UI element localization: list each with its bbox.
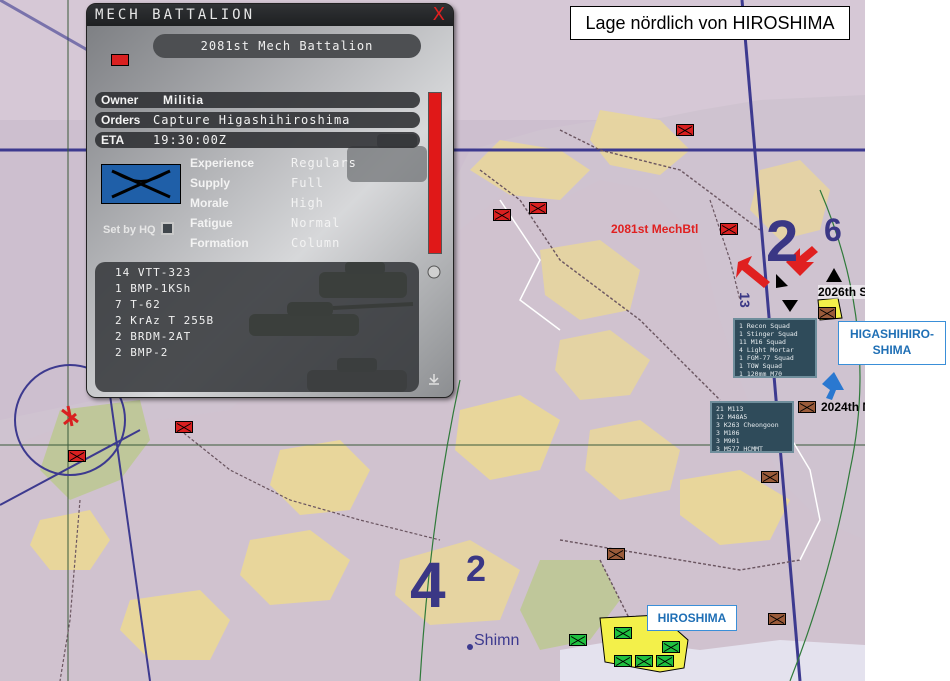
stat-experience-value: Regulars xyxy=(291,156,357,170)
orders-value: Capture Higashihiroshima xyxy=(153,113,351,127)
equipment-item: 1 BMP-1KSh xyxy=(115,282,192,295)
unit-info-panel-2024: 21 M113 12 M48A5 3 K263 Cheongoon 3 M106… xyxy=(710,401,794,453)
panel-titlebar[interactable]: MECH BATTALION X xyxy=(87,4,453,26)
owner-value: Militia xyxy=(163,93,205,107)
label-2024th-mechbtl: 2024th MechBtl xyxy=(821,400,865,414)
unit-flag-icon xyxy=(111,54,129,66)
equipment-item: 2 BRDM-2AT xyxy=(115,330,192,343)
label-shimn: Shimn xyxy=(474,632,520,649)
equipment-item: 2 BMP-2 xyxy=(115,346,169,359)
eta-row: ETA 19:30:00Z xyxy=(95,132,420,148)
callout-hiroshima: HIROSHIMA xyxy=(647,605,737,631)
set-by-hq-label: Set by HQ xyxy=(103,224,156,236)
equipment-item: 2 KrAz T 255B xyxy=(115,314,215,327)
mini-line: 3 K263 Cheongoon xyxy=(716,421,779,429)
friendly-unit[interactable] xyxy=(569,634,587,646)
eta-label: ETA xyxy=(101,133,125,147)
mini-line: 4 Light Mortar xyxy=(739,346,794,354)
equipment-scrollbar[interactable] xyxy=(424,262,444,390)
orders-row: Orders Capture Higashihiroshima xyxy=(95,112,420,128)
mini-line: 1 FGM-77 Squad xyxy=(739,354,794,362)
neutral-unit[interactable] xyxy=(761,471,779,483)
friendly-unit[interactable] xyxy=(635,655,653,667)
stat-morale-value: High xyxy=(291,196,324,210)
stat-fatigue-value: Normal xyxy=(291,216,341,230)
neutral-unit[interactable] xyxy=(607,548,625,560)
mini-line: 21 M113 xyxy=(716,405,744,413)
enemy-unit-2081[interactable] xyxy=(720,223,738,235)
unit-name: 2081st Mech Battalion xyxy=(153,34,421,58)
map-title: Lage nördlich von HIROSHIMA xyxy=(570,6,850,40)
grid-digit-6: 6 xyxy=(824,212,842,248)
mini-line: 1 120mm M70 xyxy=(739,370,783,378)
neutral-unit-2026[interactable] xyxy=(818,307,836,319)
enemy-unit[interactable] xyxy=(493,209,511,221)
neutral-unit-2024[interactable] xyxy=(798,401,816,413)
enemy-unit[interactable] xyxy=(68,450,86,462)
enemy-unit[interactable] xyxy=(676,124,694,136)
set-by-hq-checkbox[interactable] xyxy=(161,222,174,235)
friendly-unit[interactable] xyxy=(662,641,680,653)
orders-label: Orders xyxy=(101,113,141,127)
owner-label: Owner xyxy=(101,93,139,107)
grid-digit-2b: 2 xyxy=(466,548,487,589)
eta-value: 19:30:00Z xyxy=(153,133,228,147)
callout-higashihiroshima: HIGASHIHIRO-SHIMA xyxy=(838,321,946,365)
stat-fatigue-label: Fatigue xyxy=(190,216,233,230)
equipment-item: 14 VTT-323 xyxy=(115,266,192,279)
grid-digit-4: 4 xyxy=(410,549,446,621)
stat-formation-value: Column xyxy=(291,236,341,250)
enemy-unit[interactable] xyxy=(175,421,193,433)
friendly-unit[interactable] xyxy=(656,655,674,667)
stat-formation-label: Formation xyxy=(190,236,249,250)
label-2026th-specopsbtl: 2026th SpecOpsBtl xyxy=(818,285,865,299)
mini-line: 3 M577 HCMMT xyxy=(716,445,763,453)
owner-row: Owner Militia xyxy=(95,92,420,108)
stat-supply-label: Supply xyxy=(190,176,231,190)
strength-bar xyxy=(428,92,442,254)
enemy-unit[interactable] xyxy=(529,202,547,214)
unit-info-panel-2026: 1 Recon Squad 1 Stinger Squad 11 M16 Squ… xyxy=(733,318,817,378)
mini-line: 3 M106 xyxy=(716,429,740,437)
stat-experience-label: Experience xyxy=(190,156,255,170)
grid-digit-2: 2 xyxy=(766,209,799,274)
friendly-unit[interactable] xyxy=(614,655,632,667)
equipment-list: 14 VTT-323 1 BMP-1KSh 7 T-62 2 KrAz T 25… xyxy=(95,262,419,392)
stat-supply-value: Full xyxy=(291,176,324,190)
stat-morale-label: Morale xyxy=(190,196,229,210)
mini-line: 12 M48A5 xyxy=(716,413,748,421)
mini-line: 1 Stinger Squad xyxy=(739,330,798,338)
mini-line: 1 TOW Squad xyxy=(739,362,783,370)
label-2081st-mechbtl: 2081st MechBtl xyxy=(611,222,699,236)
panel-title: MECH BATTALION xyxy=(95,7,256,23)
mini-line: 3 M901 xyxy=(716,437,740,445)
mini-line: 1 Recon Squad xyxy=(739,322,790,330)
equipment-item: 7 T-62 xyxy=(115,298,161,311)
crossed-sabres-icon xyxy=(101,164,181,204)
unit-detail-panel: MECH BATTALION X 2081st Mech Battalion O… xyxy=(86,3,454,398)
neutral-unit[interactable] xyxy=(768,613,786,625)
close-icon[interactable]: X xyxy=(433,4,445,25)
friendly-unit[interactable] xyxy=(614,627,632,639)
grid-digit-13: 13 xyxy=(736,292,753,308)
mini-line: 11 M16 Squad xyxy=(739,338,786,346)
